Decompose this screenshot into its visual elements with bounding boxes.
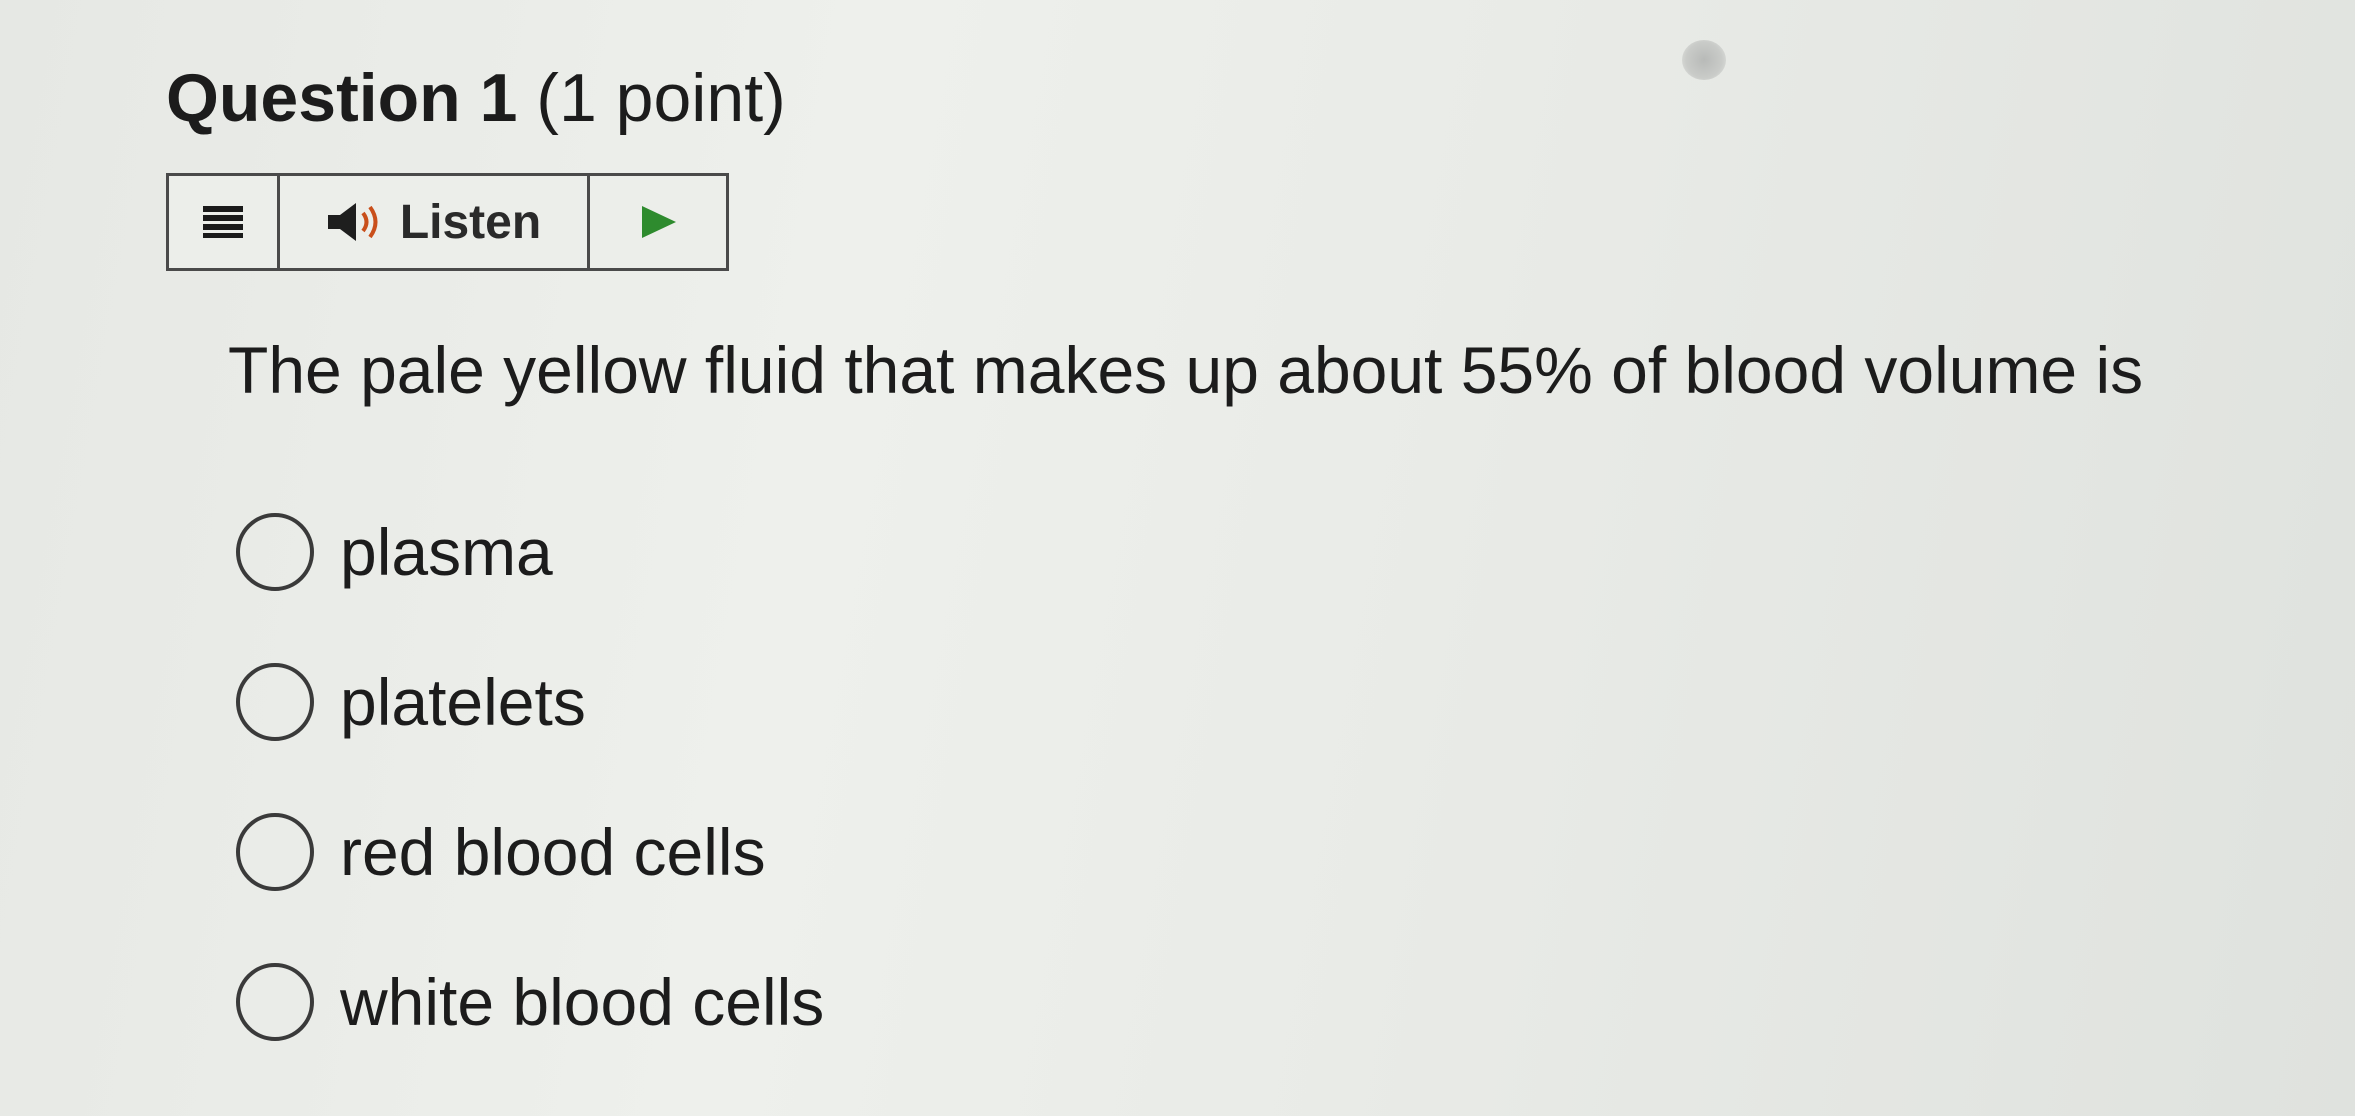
listen-button[interactable]: Listen	[280, 176, 590, 268]
option-white-blood-cells[interactable]: white blood cells	[236, 960, 824, 1044]
option-red-blood-cells[interactable]: red blood cells	[236, 810, 824, 894]
question-points: (1 point)	[536, 60, 786, 136]
question-title: Question 1 (1 point)	[166, 58, 786, 138]
play-button[interactable]	[590, 176, 726, 268]
speaker-icon	[327, 203, 378, 241]
question-text: The pale yellow fluid that makes up abou…	[228, 333, 2144, 407]
option-plasma[interactable]: plasma	[236, 510, 824, 594]
option-label: platelets	[340, 665, 586, 739]
menu-icon	[203, 206, 243, 238]
question-label: Question 1	[166, 60, 518, 136]
readspeaker-toolbar: Listen	[166, 173, 729, 271]
option-label: red blood cells	[340, 815, 766, 889]
radio-button[interactable]	[236, 513, 314, 591]
radio-button[interactable]	[236, 963, 314, 1041]
background-speck	[1682, 40, 1726, 80]
play-icon	[642, 206, 676, 238]
answer-options: plasma platelets red blood cells white b…	[236, 510, 824, 1110]
option-label: plasma	[340, 515, 553, 589]
option-platelets[interactable]: platelets	[236, 660, 824, 744]
option-label: white blood cells	[340, 965, 825, 1039]
menu-button[interactable]	[169, 176, 280, 268]
radio-button[interactable]	[236, 663, 314, 741]
radio-button[interactable]	[236, 813, 314, 891]
listen-label: Listen	[399, 195, 542, 249]
